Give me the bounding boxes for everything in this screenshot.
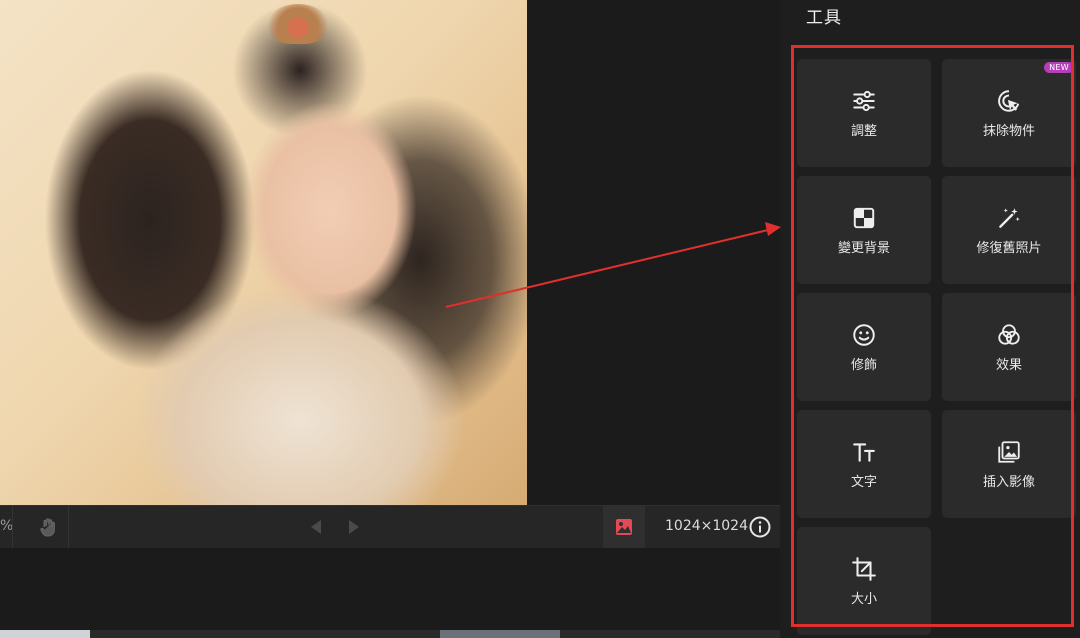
tool-label: 抹除物件 <box>982 123 1035 139</box>
magic-wand-icon <box>999 207 1020 228</box>
text-icon <box>853 442 875 462</box>
crop-icon <box>852 556 876 581</box>
tool-insert-image[interactable]: 插入影像 <box>942 410 1076 518</box>
canvas-toolbar: % 1024×1024 <box>0 505 780 548</box>
tool-label: 大小 <box>850 591 877 607</box>
tool-label: 修飾 <box>850 357 877 373</box>
cursor-click-icon <box>998 89 1020 112</box>
overlap-circles-icon <box>998 323 1020 345</box>
panel-title: 工具 <box>806 8 842 28</box>
tool-label: 插入影像 <box>982 474 1035 490</box>
image-dimensions: 1024×1024 <box>665 518 748 534</box>
toolbar-divider <box>68 506 69 548</box>
toolbar-divider <box>12 506 13 548</box>
image-icon <box>616 519 632 535</box>
new-badge: NEW <box>1044 62 1074 73</box>
tool-label: 效果 <box>995 357 1022 373</box>
hand-pan-icon[interactable] <box>36 515 60 539</box>
smiley-icon <box>853 323 875 346</box>
tool-restore-photo[interactable]: 修復舊照片 <box>942 176 1076 284</box>
portrait-photo[interactable] <box>0 0 527 505</box>
tool-label: 文字 <box>850 474 877 490</box>
tool-text[interactable]: 文字 <box>797 410 931 518</box>
sliders-icon <box>853 90 875 111</box>
tool-erase-object[interactable]: NEW 抹除物件 <box>942 59 1076 167</box>
photo-headdress <box>268 4 328 44</box>
previous-arrow-icon[interactable] <box>306 517 326 537</box>
tool-label: 調整 <box>850 123 877 139</box>
canvas-area: % 1024×1024 <box>0 0 780 638</box>
tool-resize[interactable]: 大小 <box>797 527 931 635</box>
info-icon[interactable] <box>748 515 772 539</box>
tools-panel: 工具 調整 NEW 抹除物件 變更背景 修復舊照片 修飾 效果 文字 插入影像 … <box>780 0 1080 638</box>
tool-effects[interactable]: 效果 <box>942 293 1076 401</box>
next-arrow-icon[interactable] <box>344 517 364 537</box>
tool-retouch[interactable]: 修飾 <box>797 293 931 401</box>
image-insert-icon <box>998 440 1020 463</box>
checker-icon <box>853 207 875 228</box>
image-view-button[interactable] <box>603 506 645 548</box>
tool-label: 變更背景 <box>837 240 890 256</box>
taskbar-strip <box>0 630 780 638</box>
tool-label: 修復舊照片 <box>976 240 1042 256</box>
tool-adjust[interactable]: 調整 <box>797 59 931 167</box>
tool-change-background[interactable]: 變更背景 <box>797 176 931 284</box>
